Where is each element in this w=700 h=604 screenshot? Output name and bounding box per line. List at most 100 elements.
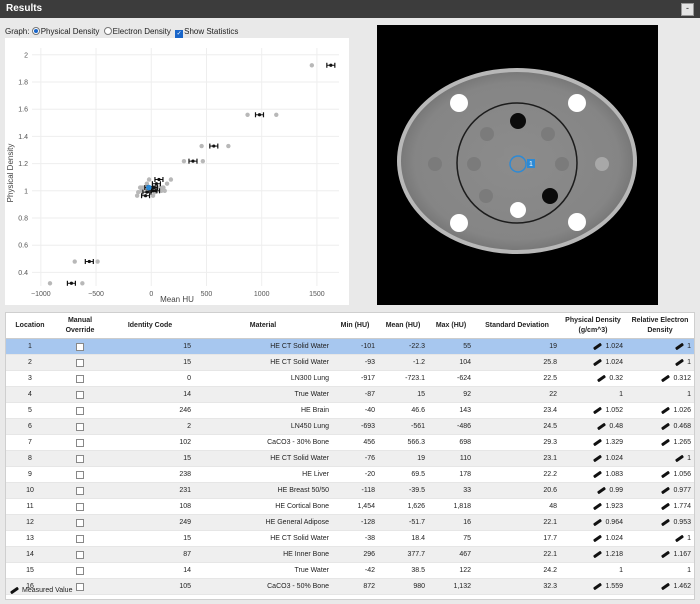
chart-point-marker (191, 159, 195, 163)
max-cell: 75 (428, 530, 474, 547)
manual-override-checkbox[interactable] (76, 470, 84, 479)
manual-override-checkbox[interactable] (76, 454, 84, 463)
measured-value-icon (661, 582, 671, 590)
column-header[interactable]: Relative Electron Density (626, 313, 694, 339)
insert-gray-icon (492, 146, 504, 158)
max-cell: 1,818 (428, 498, 474, 515)
manual-override-checkbox[interactable] (76, 486, 84, 495)
manual-override-checkbox[interactable] (76, 550, 84, 559)
material-cell: HE Breast 50/50 (194, 482, 332, 499)
table-row[interactable]: 2 15 HE CT Solid Water -93 -1.2 104 25.8 1.024 1 (6, 354, 694, 371)
column-header[interactable]: Manual Override (54, 313, 106, 339)
manual-override-checkbox[interactable] (76, 582, 84, 591)
ct-scan-image[interactable]: 1 (377, 25, 658, 305)
insert-bright-icon (568, 94, 586, 112)
graph-label: Graph: (5, 27, 30, 36)
chart-min-point (181, 158, 187, 164)
sd-cell: 32.3 (474, 578, 560, 595)
collapse-button[interactable]: - (681, 3, 694, 16)
table-row[interactable]: 16 105 CaCO3 - 50% Bone 872 980 1,132 32.3 1.55… (6, 578, 694, 595)
identity-cell: 15 (106, 450, 194, 467)
cell-value: 1.026 (673, 407, 691, 414)
column-header[interactable]: Location (6, 313, 54, 339)
cell-value: 1.329 (605, 439, 623, 446)
electron-density-cell: 1 (626, 450, 694, 467)
min-cell: -118 (332, 482, 378, 499)
chart-point-marker (143, 194, 148, 198)
physical-density-option[interactable]: Physical Density (31, 26, 99, 37)
electron-density-label: Electron Density (112, 27, 171, 36)
table-row[interactable]: 13 15 HE CT Solid Water -38 18.4 75 17.7 1.024 1 (6, 530, 694, 547)
manual-override-checkbox[interactable] (76, 358, 84, 367)
cell-value: 1.462 (673, 583, 691, 590)
manual-override-checkbox[interactable] (76, 374, 84, 383)
insert-dark-icon (542, 188, 558, 204)
electron-density-cell: 1 (626, 530, 694, 547)
results-title: Results (6, 3, 43, 14)
manual-override-checkbox[interactable] (76, 566, 84, 575)
min-cell: -76 (332, 450, 378, 467)
location-cell: 3 (6, 370, 54, 387)
chart-x-tick-label: −1000 (31, 291, 51, 298)
column-header[interactable]: Standard Deviation (474, 313, 560, 339)
min-cell: -93 (332, 354, 378, 371)
insert-gray-icon (555, 157, 569, 171)
radio-selected-icon[interactable] (31, 27, 40, 35)
column-header[interactable]: Material (194, 313, 332, 339)
sd-cell: 24.5 (474, 418, 560, 435)
table-row[interactable]: 6 2 LN450 Lung -693 -561 -486 24.5 0.48 0.468 (6, 418, 694, 435)
manual-override-checkbox[interactable] (76, 406, 84, 415)
measured-value-icon (593, 550, 603, 558)
table-row[interactable]: 11 108 HE Cortical Bone 1,454 1,626 1,818 48 1.… (6, 498, 694, 515)
chart-point (209, 143, 219, 149)
min-cell: -87 (332, 386, 378, 403)
identity-cell: 238 (106, 466, 194, 483)
chart-y-tick-label: 0.4 (18, 270, 28, 277)
column-header[interactable]: Physical Density (g/cm^3) (560, 313, 626, 339)
table-row[interactable]: 8 15 HE CT Solid Water -76 19 110 23.1 1.024 1 (6, 450, 694, 467)
checkbox-checked-icon[interactable]: ✓ (175, 30, 184, 38)
table-row[interactable]: 3 0 LN300 Lung -917 -723.1 -624 22.5 0.32 0.312 (6, 370, 694, 387)
sd-cell: 23.1 (474, 450, 560, 467)
table-row[interactable]: 15 14 True Water -42 38.5 122 24.2 1 1 (6, 562, 694, 579)
manual-override-checkbox[interactable] (76, 342, 84, 351)
electron-density-option[interactable]: Electron Density (103, 26, 171, 37)
table-row[interactable]: 14 87 HE Inner Bone 296 377.7 467 22.1 1.218 1.1… (6, 546, 694, 563)
measured-value-icon (675, 454, 685, 462)
manual-override-checkbox[interactable] (76, 518, 84, 527)
material-cell: True Water (194, 562, 332, 579)
table-row[interactable]: 12 249 HE General Adipose -128 -51.7 16 22.1 0.… (6, 514, 694, 531)
manual-override-checkbox[interactable] (76, 534, 84, 543)
column-header[interactable]: Max (HU) (428, 313, 474, 339)
column-header[interactable]: Min (HU) (332, 313, 378, 339)
cell-value: 1.923 (605, 503, 623, 510)
table-row[interactable]: 7 102 CaCO3 - 30% Bone 456 566.3 698 29.3 1.329… (6, 434, 694, 451)
min-cell: -693 (332, 418, 378, 435)
table-row[interactable]: 5 246 HE Brain -40 46.6 143 23.4 1.052 1.026 (6, 402, 694, 419)
electron-density-cell: 0.953 (626, 514, 694, 531)
manual-override-checkbox[interactable] (76, 502, 84, 511)
table-row[interactable]: 10 231 HE Breast 50/50 -118 -39.5 33 20.6 0.99 0… (6, 482, 694, 499)
table-row[interactable]: 9 238 HE Liver -20 69.5 178 22.2 1.083 1.056 (6, 466, 694, 483)
table-row[interactable]: 4 14 True Water -87 15 92 22 1 1 (6, 386, 694, 403)
material-cell: LN450 Lung (194, 418, 332, 435)
cell-value: 1 (619, 391, 623, 398)
identity-cell: 87 (106, 546, 194, 563)
cell-value: 1.083 (605, 471, 623, 478)
chart-max-point (162, 188, 167, 193)
show-statistics-option[interactable]: ✓ Show Statistics (175, 26, 238, 38)
location-cell: 14 (6, 546, 54, 563)
results-header: Results - (0, 0, 700, 18)
physical-density-cell: 1.923 (560, 498, 626, 515)
manual-override-checkbox[interactable] (76, 438, 84, 447)
table-row[interactable]: 1 15 HE CT Solid Water -101 -22.3 55 19 1.024 1 (6, 338, 694, 355)
insert-gray-icon (467, 157, 481, 171)
chart-point-marker (157, 177, 161, 182)
manual-override-checkbox[interactable] (76, 422, 84, 431)
density-chart: −1000 −500 0 500 1000 1500 0.4 0.6 0.8 1 1.2 1.4 1.6… (5, 38, 355, 305)
column-header[interactable]: Identity Code (106, 313, 194, 339)
radio-icon[interactable] (103, 27, 112, 35)
column-header[interactable]: Mean (HU) (378, 313, 428, 339)
manual-override-checkbox[interactable] (76, 390, 84, 399)
material-cell: True Water (194, 386, 332, 403)
